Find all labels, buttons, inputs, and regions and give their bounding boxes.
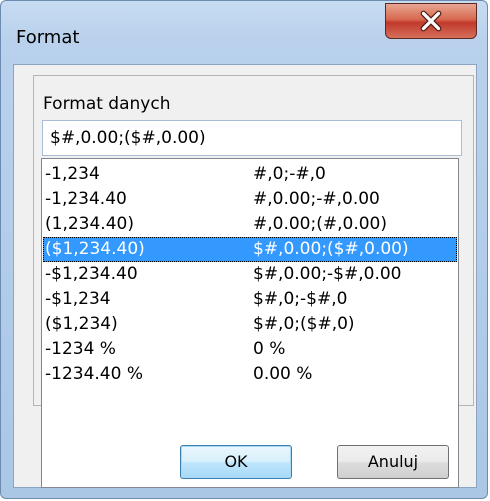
list-item[interactable]: -$1,234.40 $#,0.00;-$#,0.00 bbox=[43, 262, 457, 287]
list-item-format: #,0;-#,0 bbox=[253, 164, 326, 184]
close-button[interactable] bbox=[385, 3, 477, 39]
window-title: Format bbox=[16, 27, 80, 48]
list-item-format: #,0.00;-#,0.00 bbox=[253, 189, 380, 209]
format-group-label: Format danych bbox=[43, 94, 171, 114]
list-item-example: ($1,234.40) bbox=[45, 239, 145, 259]
title-bar[interactable]: Format bbox=[1, 1, 487, 65]
list-item-format: $#,0;($#,0) bbox=[253, 314, 355, 334]
list-item-format: 0 % bbox=[253, 339, 286, 359]
list-item-selected[interactable]: ($1,234.40) $#,0.00;($#,0.00) bbox=[43, 237, 457, 262]
list-item[interactable]: -1234 % 0 % bbox=[43, 337, 457, 362]
list-item-example: -1,234.40 bbox=[45, 189, 127, 209]
ok-button[interactable]: OK bbox=[180, 445, 292, 479]
format-dialog: Format Format danych -1,234#,0;-#,0-1,23… bbox=[0, 0, 488, 499]
list-item[interactable]: -$1,234 $#,0;-$#,0 bbox=[43, 287, 457, 312]
format-list[interactable]: -1,234 #,0;-#,0 -1,234.40 #,0.00;-#,0.00 (1,… bbox=[41, 158, 459, 488]
list-item[interactable]: -1234.40 % 0.00 % bbox=[43, 362, 457, 387]
list-item[interactable]: -1,234 #,0;-#,0 bbox=[43, 162, 457, 187]
close-icon bbox=[420, 10, 442, 32]
list-item-format: $#,0.00;-$#,0.00 bbox=[253, 264, 402, 284]
format-input[interactable] bbox=[42, 120, 462, 156]
list-item-example: -1,234 bbox=[45, 164, 100, 184]
list-item-format: $#,0.00;($#,0.00) bbox=[253, 239, 409, 259]
list-item-example: -1234.40 % bbox=[45, 364, 143, 384]
list-item[interactable]: -1,234.40 #,0.00;-#,0.00 bbox=[43, 187, 457, 212]
list-item-example: (1,234.40) bbox=[45, 214, 134, 234]
list-item-example: -1234 % bbox=[45, 339, 116, 359]
list-item[interactable]: (1,234.40) #,0.00;(#,0.00) bbox=[43, 212, 457, 237]
dialog-client-area: Format danych -1,234 #,0;-#,0 -1,234.40 #,0… bbox=[13, 64, 477, 488]
list-item-example: -$1,234.40 bbox=[45, 264, 138, 284]
list-item-example: -$1,234 bbox=[45, 289, 111, 309]
cancel-button[interactable]: Anuluj bbox=[337, 445, 449, 479]
list-item-format: #,0.00;(#,0.00) bbox=[253, 214, 387, 234]
list-item-format: 0.00 % bbox=[253, 364, 313, 384]
list-item-example: ($1,234) bbox=[45, 314, 118, 334]
list-item-format: $#,0;-$#,0 bbox=[253, 289, 348, 309]
list-item[interactable]: ($1,234) $#,0;($#,0) bbox=[43, 312, 457, 337]
